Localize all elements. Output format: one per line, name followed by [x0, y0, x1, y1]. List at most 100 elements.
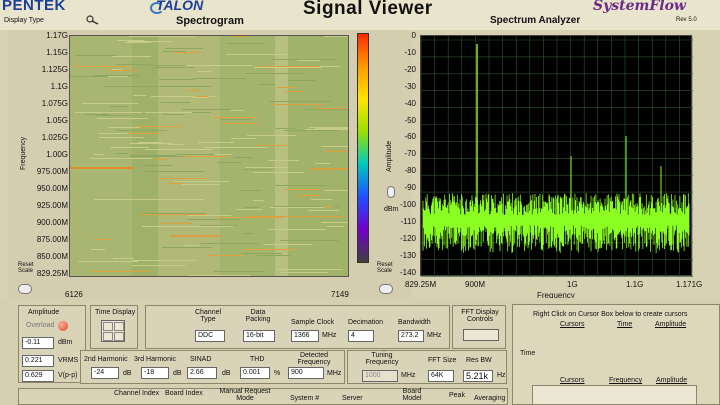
spectrogram-line — [145, 112, 193, 113]
spectrogram-line — [96, 115, 131, 116]
spectrogram-y-tick: 875.00M — [36, 235, 68, 244]
spectrogram-line — [268, 160, 300, 161]
spectrogram-line — [198, 71, 212, 72]
peak-label: Peak — [449, 392, 465, 399]
spectrogram-line — [94, 75, 140, 76]
spectrogram-line — [84, 114, 110, 115]
spectrogram-line — [324, 151, 348, 152]
time-display-zoom-buttons[interactable] — [101, 320, 125, 342]
spectrogram-line — [305, 129, 348, 130]
spectrogram-line — [244, 169, 271, 170]
spectrogram-line — [193, 78, 247, 79]
zoom-in-icon[interactable] — [103, 322, 113, 331]
spectrogram-line — [169, 183, 185, 184]
decimation-field[interactable]: 4 — [348, 330, 374, 342]
talon-logo: TALON — [156, 0, 204, 13]
frequency-cursor-table[interactable] — [532, 385, 697, 405]
frequency-col-header: Frequency — [609, 377, 643, 384]
spectrogram-band — [220, 36, 275, 276]
spectrogram-y-tick: 925.00M — [36, 201, 68, 210]
spectrogram-line — [270, 207, 325, 208]
spectrogram-line — [327, 226, 344, 227]
spectrogram-line — [258, 145, 288, 146]
spectrogram-line — [308, 210, 339, 211]
amplitude-label: Amplitude — [28, 309, 60, 316]
spectrogram-line — [125, 42, 152, 43]
cursors-col-header-2: Cursors — [560, 377, 585, 384]
tuning-frequency-label: Tuning Frequency — [365, 352, 399, 366]
board-index-label: Board Index — [165, 390, 203, 397]
spectrogram-signal-line — [310, 168, 348, 170]
spectrogram-line — [285, 189, 322, 190]
spectrogram-reset-scale-button[interactable] — [18, 284, 32, 294]
spectrogram-line — [264, 244, 313, 245]
pan-icon[interactable] — [114, 322, 124, 331]
analyzer-y-tick: -30 — [404, 81, 416, 91]
spectrogram-line — [321, 146, 348, 147]
spectrogram-line — [226, 54, 287, 55]
spectrogram-line — [162, 51, 186, 52]
spectrogram-line — [113, 258, 135, 259]
acquisition-box — [145, 305, 450, 349]
app-title: Signal Viewer — [303, 0, 433, 19]
spectrogram-line — [150, 65, 186, 66]
analyzer-y-label: Amplitude — [386, 140, 393, 172]
sinad-field: 2.66 — [187, 367, 217, 379]
data-packing-field[interactable]: 16-bit — [243, 330, 275, 342]
spectrogram-plot[interactable] — [69, 35, 349, 277]
spectrogram-line — [242, 253, 282, 254]
spectrogram-line — [129, 36, 196, 37]
fft-display-buttons[interactable] — [463, 329, 499, 341]
sample-clock-field[interactable]: 1366 — [291, 330, 319, 342]
spectrogram-line — [187, 90, 203, 91]
analyzer-y-tick: -10 — [404, 47, 416, 57]
spectrogram-colorbar[interactable] — [357, 33, 369, 263]
spectrogram-line — [277, 269, 343, 270]
spectrogram-line — [248, 216, 294, 217]
fft-size-field[interactable]: 64K — [428, 370, 454, 382]
zoom-out-icon[interactable] — [103, 332, 113, 341]
spectrogram-line — [173, 52, 201, 53]
analyzer-scale-slider[interactable] — [387, 186, 395, 198]
spectrogram-line — [324, 36, 348, 37]
spectrogram-line — [155, 159, 167, 160]
time-col-header: Time — [617, 321, 633, 328]
analyzer-x-tick: 900M — [465, 280, 486, 289]
spectrogram-line — [240, 190, 262, 191]
spectrogram-line — [188, 275, 251, 276]
cursors-col-header: Cursors — [560, 321, 585, 328]
spectrogram-line — [230, 110, 244, 111]
cursor-icon[interactable] — [114, 332, 124, 341]
spectrogram-line — [128, 133, 162, 134]
channel-type-field[interactable]: DDC — [195, 330, 225, 342]
spectrogram-line — [146, 199, 204, 200]
spectrogram-line — [139, 214, 207, 215]
spectrogram-y-tick: 1.1G — [50, 82, 68, 91]
sinad-unit: dB — [222, 370, 231, 377]
fft-display-label: FFT Display Controls — [461, 309, 499, 323]
vrms-unit: VRMS — [58, 357, 79, 364]
spectrogram-line — [132, 260, 196, 261]
display-type-label: Display Type — [4, 17, 44, 24]
system-number-label: System # — [290, 395, 320, 402]
magnifier-icon[interactable] — [84, 15, 100, 25]
spectrogram-line — [195, 96, 209, 97]
spectrogram-line — [132, 265, 186, 266]
spectrogram-y-tick: 975.00M — [36, 167, 68, 176]
tuning-frequency-field[interactable]: 1000 — [362, 370, 398, 382]
spectrogram-line — [207, 255, 243, 256]
spectrogram-line — [284, 130, 339, 131]
spectrogram-line — [182, 109, 233, 110]
res-bw-field: 5.21k — [463, 370, 493, 382]
spectrum-analyzer-plot[interactable] — [420, 35, 694, 277]
spectrogram-line — [259, 66, 321, 67]
detected-frequency-unit: MHz — [327, 370, 342, 377]
spectrogram-y-tick: 1.075G — [41, 99, 68, 108]
spectrogram-line — [110, 147, 149, 148]
spectrogram-line — [182, 184, 220, 185]
spectrum-analyzer-title: Spectrum Analyzer — [490, 15, 581, 26]
spectrogram-line — [94, 239, 113, 240]
analyzer-reset-scale-button[interactable] — [379, 284, 393, 294]
sinad-label: SINAD — [190, 356, 212, 363]
spectrogram-line — [245, 73, 266, 74]
